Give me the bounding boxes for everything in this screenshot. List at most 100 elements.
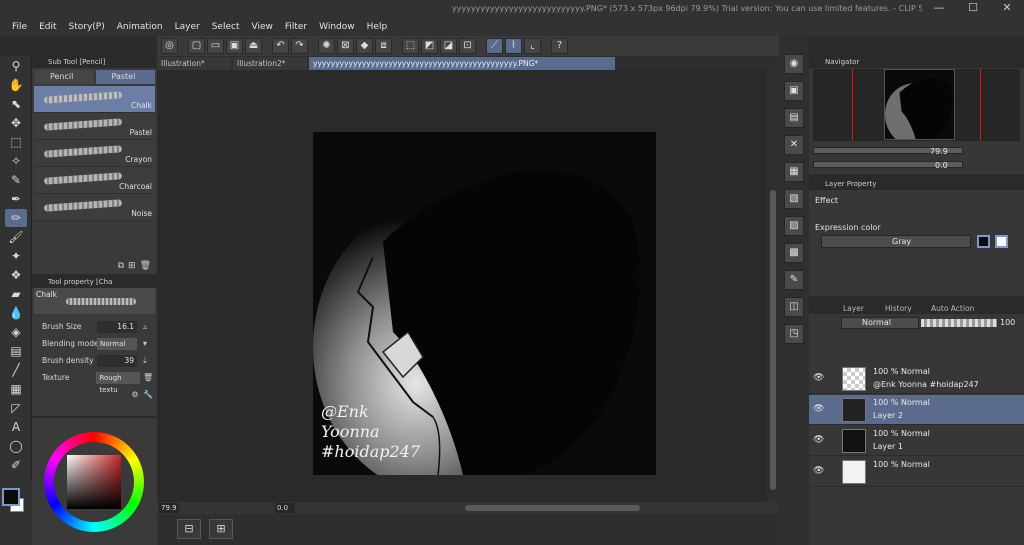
navigator-panel-icon[interactable]: ◉ — [784, 54, 804, 74]
gradient-tool-icon[interactable]: ▤ — [5, 342, 27, 360]
layer-row[interactable]: 👁 100 % Normal @Enk Yoonna #hoidap247 — [809, 364, 1024, 394]
saturation-value-square[interactable] — [67, 455, 121, 509]
export-icon[interactable]: ⏏ — [245, 38, 262, 54]
brush-size-input[interactable]: 16.1 — [97, 320, 137, 333]
eye-icon[interactable]: 👁 — [813, 466, 824, 476]
eye-icon[interactable]: 👁 — [813, 373, 824, 383]
eye-icon[interactable]: 👁 — [813, 404, 824, 414]
brush-density-input[interactable]: 39 — [97, 354, 137, 367]
expression-black-swatch[interactable] — [977, 235, 990, 248]
save-icon[interactable]: ▣ — [226, 38, 243, 54]
decoration-tool-icon[interactable]: ❖ — [5, 266, 27, 284]
grid-icon[interactable]: ⊞ — [209, 519, 233, 539]
fill-tool-icon[interactable]: ◈ — [5, 323, 27, 341]
selection-layer-icon[interactable]: ◪ — [440, 38, 457, 54]
color-wheel[interactable] — [44, 432, 144, 532]
menu-filter[interactable]: Filter — [279, 20, 313, 34]
menu-animation[interactable]: Animation — [111, 20, 169, 34]
invert-selection-icon[interactable]: ◩ — [421, 38, 438, 54]
operation-tool-icon[interactable]: ⬉ — [5, 95, 27, 113]
new-subtool-icon[interactable]: ⊞ — [128, 261, 136, 271]
eraser-tool-icon[interactable]: ▰ — [5, 285, 27, 303]
item-bank-icon[interactable]: ✕ — [784, 135, 804, 155]
export-panel-icon[interactable]: ◳ — [784, 324, 804, 344]
snap-grid-icon[interactable]: ⌞ — [524, 38, 541, 54]
brush-size-stepper[interactable]: ▵ — [140, 322, 150, 332]
hand-tool-icon[interactable]: ✋ — [5, 76, 27, 94]
transform-icon[interactable]: ⧈ — [375, 38, 392, 54]
crop-icon[interactable]: ⊡ — [459, 38, 476, 54]
close-button[interactable]: ✕ — [990, 0, 1024, 18]
delete-subtool-icon[interactable]: 🗑 — [140, 261, 151, 271]
redo-icon[interactable]: ↷ — [291, 38, 308, 54]
chevron-down-icon[interactable]: ▾ — [140, 339, 150, 349]
airbrush-tool-icon[interactable]: ✦ — [5, 247, 27, 265]
menu-story[interactable]: Story(P) — [63, 20, 111, 34]
layer-blend-mode-select[interactable]: Normal — [841, 317, 919, 329]
color-set-panel-icon[interactable]: ▦ — [784, 162, 804, 182]
undo-icon[interactable]: ↶ — [272, 38, 289, 54]
brush-tool-icon[interactable]: 🖌 — [5, 228, 27, 246]
fill-icon[interactable]: ◆ — [356, 38, 373, 54]
rotation-input[interactable]: 0.0 — [275, 503, 295, 513]
balloon-tool-icon[interactable]: ◯ — [5, 437, 27, 455]
layer-row[interactable]: 👁 100 % Normal Layer 2 — [809, 395, 1024, 425]
snap-ruler-icon[interactable]: ⟋ — [486, 38, 503, 54]
layer-opacity-slider[interactable] — [921, 319, 997, 327]
menu-layer[interactable]: Layer — [169, 20, 206, 34]
blending-mode-select[interactable]: Normal — [97, 337, 137, 350]
layer-row[interactable]: 👁 100 % Normal Layer 1 — [809, 426, 1024, 456]
menu-help[interactable]: Help — [361, 20, 394, 34]
brush-item-pastel[interactable]: Pastel — [34, 113, 155, 140]
move-layer-tool-icon[interactable]: ✥ — [5, 114, 27, 132]
text-tool-icon[interactable]: A — [5, 418, 27, 436]
clip-studio-icon[interactable]: ◎ — [161, 38, 178, 54]
figure-tool-icon[interactable]: ╱ — [5, 361, 27, 379]
brush-density-stepper[interactable]: ⇣ — [140, 356, 150, 366]
intermediate-color-icon[interactable]: ▨ — [784, 216, 804, 236]
auto-select-tool-icon[interactable]: ✧ — [5, 152, 27, 170]
deselect-icon[interactable]: ⬚ — [402, 38, 419, 54]
layer-row[interactable]: 👁 100 % Normal — [809, 457, 1024, 487]
brush-item-crayon[interactable]: Crayon — [34, 140, 155, 167]
brush-item-charcoal[interactable]: Charcoal — [34, 167, 155, 194]
brush-item-noise[interactable]: Noise — [34, 194, 155, 221]
correct-line-tool-icon[interactable]: ✐ — [5, 456, 27, 474]
open-folder-icon[interactable]: ▭ — [207, 38, 224, 54]
maximize-button[interactable]: ☐ — [956, 0, 990, 18]
eye-icon[interactable]: 👁 — [813, 435, 824, 445]
foreground-color-chip[interactable] — [2, 488, 20, 506]
horizontal-scroll-thumb[interactable] — [465, 505, 640, 511]
tab-current-document[interactable]: yyyyyyyyyyyyyyyyyyyyyyyyyyyyyyyyyyyyyyyy… — [309, 57, 615, 70]
blend-tool-icon[interactable]: 💧 — [5, 304, 27, 322]
menu-edit[interactable]: Edit — [33, 20, 62, 34]
color-history-icon[interactable]: ▧ — [784, 189, 804, 209]
vertical-scrollbar[interactable] — [767, 70, 779, 502]
loading-icon[interactable]: ✺ — [318, 38, 335, 54]
delete-icon[interactable]: 🗑 — [143, 373, 153, 383]
timeline-icon[interactable]: ⊟ — [177, 519, 201, 539]
brush-item-chalk[interactable]: Chalk — [34, 86, 155, 113]
tab-auto-action[interactable]: Auto Action — [931, 303, 974, 314]
pencil-tool-icon[interactable]: ✏ — [5, 209, 27, 227]
tab-illustration2[interactable]: Illustration2* — [233, 57, 307, 70]
edit-panel-icon[interactable]: ✎ — [784, 270, 804, 290]
zoom-input[interactable]: 79.9 — [159, 503, 179, 513]
snap-special-ruler-icon[interactable]: ⌇ — [505, 38, 522, 54]
zoom-tool-icon[interactable]: ⚲ — [5, 57, 27, 75]
ruler-tool-icon[interactable]: ◸ — [5, 399, 27, 417]
menu-view[interactable]: View — [245, 20, 278, 34]
layer-search-icon[interactable]: ▩ — [784, 243, 804, 263]
tab-layer[interactable]: Layer — [843, 303, 864, 314]
artwork-canvas[interactable]: @Enk Yoonna #hoidap247 — [313, 132, 656, 475]
image-panel-icon[interactable]: ◫ — [784, 297, 804, 317]
new-file-icon[interactable]: ▢ — [188, 38, 205, 54]
subtool-group-pencil[interactable]: Pencil — [34, 70, 94, 84]
menu-file[interactable]: File — [6, 20, 33, 34]
minimize-button[interactable]: — — [922, 0, 956, 18]
clear-icon[interactable]: ⊠ — [337, 38, 354, 54]
eyedropper-tool-icon[interactable]: ✎ — [5, 171, 27, 189]
texture-select[interactable]: Rough textu — [96, 371, 140, 394]
expression-white-swatch[interactable] — [995, 235, 1008, 248]
expression-color-select[interactable]: Gray — [821, 235, 971, 248]
